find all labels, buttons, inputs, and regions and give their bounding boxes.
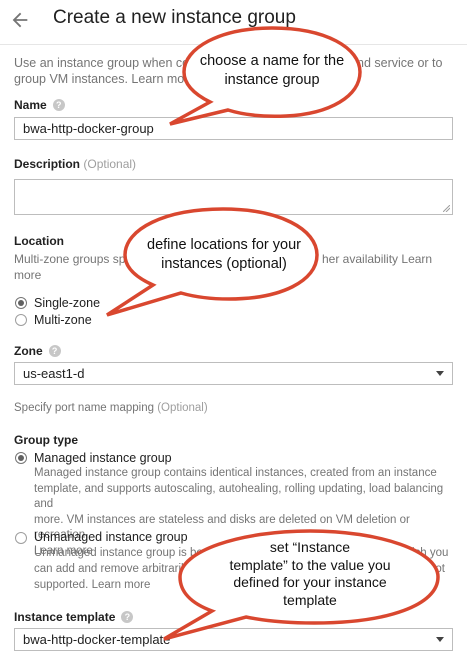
help-icon[interactable]: ? bbox=[48, 345, 61, 357]
instance-template-value: bwa-http-docker-template bbox=[23, 632, 171, 647]
unmanaged-learn-more-link[interactable]: Learn more bbox=[92, 579, 151, 591]
name-input-value: bwa-http-docker-group bbox=[23, 121, 154, 136]
multi-zone-radio[interactable] bbox=[15, 314, 27, 326]
name-label: Name? bbox=[14, 98, 65, 112]
managed-desc-line: template, and supports autoscaling, auto… bbox=[34, 482, 444, 511]
unmanaged-group-radio[interactable] bbox=[15, 532, 27, 544]
resize-grip-icon[interactable] bbox=[443, 205, 450, 212]
description-label-text: Description bbox=[14, 157, 81, 171]
location-more-link[interactable]: more bbox=[14, 268, 41, 282]
template-callout: set “Instance template” to the value you… bbox=[160, 527, 444, 643]
zone-select[interactable]: us-east1-d bbox=[14, 362, 453, 385]
template-callout-text: set “Instance template” to the value you… bbox=[200, 539, 420, 609]
group-type-label: Group type bbox=[14, 433, 79, 447]
unmanaged-desc-line3-text: supported. bbox=[34, 579, 89, 591]
instance-template-label: Instance template? bbox=[14, 610, 134, 624]
callout-line: define locations for your bbox=[147, 237, 301, 253]
location-help-tail: her availability Learn bbox=[322, 252, 432, 266]
instance-template-label-text: Instance template bbox=[14, 610, 116, 624]
location-callout-text: define locations for your instances (opt… bbox=[133, 236, 315, 274]
callout-line: template bbox=[283, 591, 337, 608]
callout-line: instances (optional) bbox=[161, 256, 287, 272]
zone-select-value: us-east1-d bbox=[23, 366, 85, 381]
port-mapping-optional: (Optional) bbox=[157, 402, 208, 414]
callout-line: set “Instance bbox=[269, 539, 351, 555]
back-arrow-icon[interactable] bbox=[9, 9, 31, 31]
location-learn-link[interactable]: Learn bbox=[401, 252, 432, 266]
port-mapping-toggle[interactable]: Specify port name mapping (Optional) bbox=[14, 402, 208, 414]
callout-line: instance group bbox=[224, 72, 320, 88]
port-mapping-label: Specify port name mapping bbox=[14, 402, 154, 414]
name-label-text: Name bbox=[14, 98, 47, 112]
single-zone-label[interactable]: Single-zone bbox=[34, 296, 100, 310]
location-callout: define locations for your instances (opt… bbox=[103, 203, 325, 323]
callout-line: defined for your instance bbox=[233, 574, 387, 590]
unmanaged-desc-line3: supported. Learn more bbox=[34, 578, 150, 594]
managed-group-label[interactable]: Managed instance group bbox=[34, 451, 172, 465]
zone-label: Zone? bbox=[14, 344, 61, 358]
intro-text-line1: Use an instance group when co bbox=[14, 56, 189, 70]
managed-group-radio[interactable] bbox=[15, 452, 27, 464]
callout-line: template” to the value you bbox=[229, 556, 391, 573]
multi-zone-label[interactable]: Multi-zone bbox=[34, 313, 92, 327]
dropdown-caret-icon bbox=[436, 371, 444, 376]
name-callout-text: choose a name for the instance group bbox=[188, 52, 356, 90]
help-icon[interactable]: ? bbox=[121, 611, 134, 623]
help-icon[interactable]: ? bbox=[52, 99, 65, 111]
intro-text-line1-tail: nd service or to bbox=[357, 56, 443, 70]
location-label: Location bbox=[14, 234, 64, 248]
intro-text-start: Use an instance group when co bbox=[14, 56, 190, 70]
description-label: Description (Optional) bbox=[14, 157, 136, 171]
single-zone-radio[interactable] bbox=[15, 297, 27, 309]
name-callout: choose a name for the instance group bbox=[168, 22, 368, 130]
callout-line: choose a name for the bbox=[199, 53, 345, 69]
intro-text-line2: group VM instances. Learn mor bbox=[14, 72, 189, 86]
description-optional: (Optional) bbox=[83, 157, 137, 171]
managed-desc-line: Managed instance group contains identica… bbox=[34, 467, 437, 479]
zone-label-text: Zone bbox=[14, 344, 43, 358]
location-help-tail-text: her availability bbox=[322, 252, 399, 266]
